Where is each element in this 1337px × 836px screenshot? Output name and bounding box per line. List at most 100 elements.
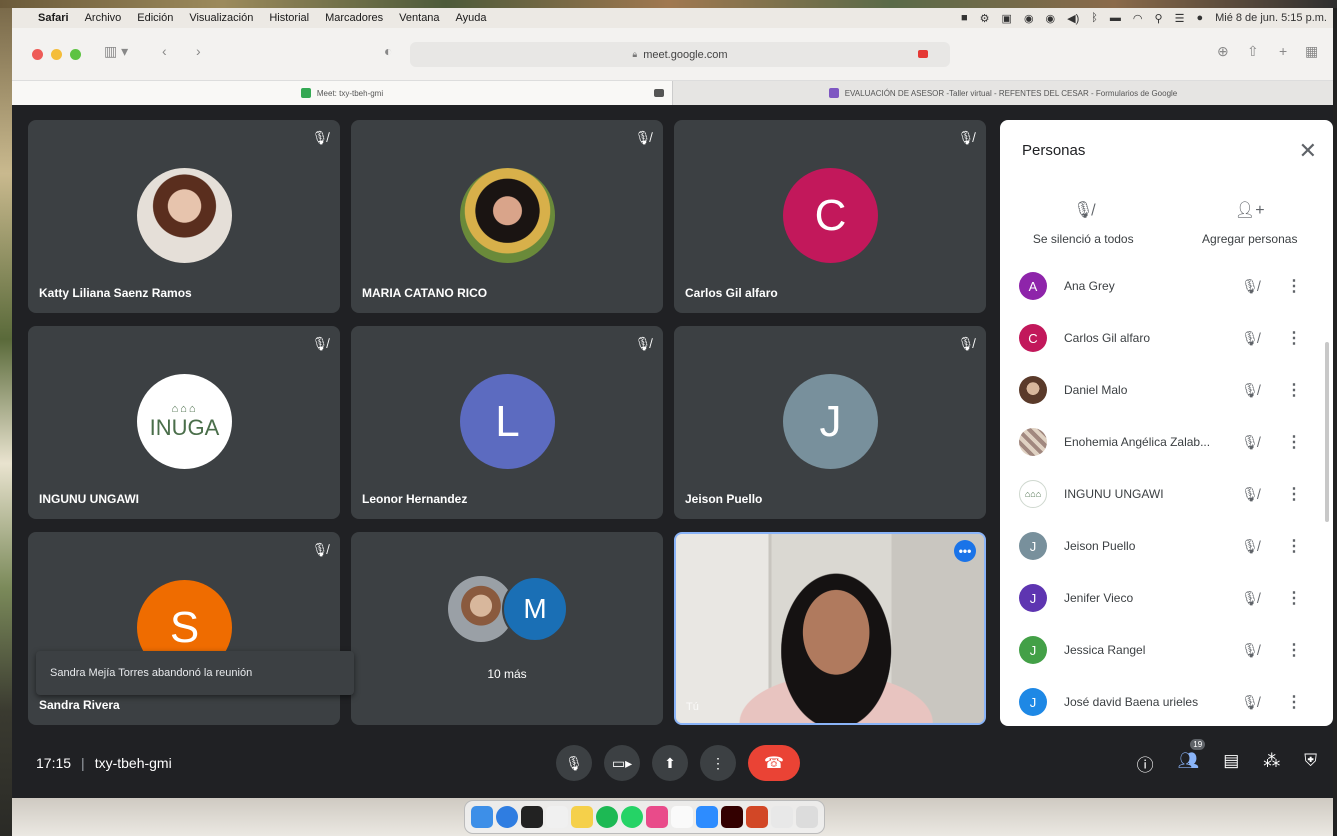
list-item[interactable]: A Ana Grey 🎙︎̸ ⋮	[1000, 260, 1333, 312]
gear-status-icon[interactable]: ⚙	[980, 12, 990, 25]
more-vert-icon[interactable]: ⋮	[1286, 328, 1302, 348]
address-bar[interactable]: 🔒︎ meet.google.com	[410, 42, 950, 67]
camera-button[interactable]: ▭▸	[604, 745, 640, 781]
mic-off-icon[interactable]: 🎙︎̸	[1230, 330, 1270, 347]
present-screen-button[interactable]: ⬆	[652, 745, 688, 781]
spotify-icon[interactable]	[596, 806, 618, 828]
list-item[interactable]: ⌂⌂⌂ INGUNU UNGAWI 🎙︎̸ ⋮	[1000, 468, 1333, 520]
participant-tile[interactable]: 🎙︎̸ S Sandra Rivera	[28, 532, 340, 725]
launchpad-icon[interactable]	[546, 806, 568, 828]
more-vert-icon[interactable]: ⋮	[1286, 276, 1302, 296]
camera-status-icon[interactable]: ■	[961, 12, 968, 24]
download-icon[interactable]: ⊕	[1217, 43, 1229, 60]
mic-off-icon[interactable]: 🎙︎̸	[1230, 434, 1270, 451]
more-vert-icon[interactable]: ⋮	[1286, 640, 1302, 660]
photos-icon[interactable]	[646, 806, 668, 828]
calendar-icon[interactable]	[671, 806, 693, 828]
tab-meet[interactable]: Meet: txy-tbeh-gmi	[12, 81, 672, 105]
volume-icon[interactable]: ◀)	[1067, 12, 1079, 25]
panel-scrollbar[interactable]	[1325, 342, 1329, 522]
list-item[interactable]: J Jenifer Vieco 🎙︎̸ ⋮	[1000, 572, 1333, 624]
sidebar-icon[interactable]: ▥ ▾	[104, 43, 128, 60]
more-vert-icon[interactable]: ⋮	[1286, 380, 1302, 400]
participant-tile[interactable]: 🎙︎̸ L Leonor Hernandez	[351, 326, 663, 519]
new-tab-icon[interactable]: +	[1279, 43, 1287, 59]
participant-tile[interactable]: 🎙︎̸ C Carlos Gil alfaro	[674, 120, 986, 313]
more-participants-tile[interactable]: M 10 más	[351, 532, 663, 725]
list-item[interactable]: Enohemia Angélica Zalab... 🎙︎̸ ⋮	[1000, 416, 1333, 468]
zoom-icon[interactable]	[696, 806, 718, 828]
spotlight-search-icon[interactable]: ⚲	[1155, 12, 1163, 25]
menu-historial[interactable]: Historial	[269, 12, 309, 24]
list-item[interactable]: J Jessica Rangel 🎙︎̸ ⋮	[1000, 624, 1333, 676]
whatsapp-icon[interactable]	[621, 806, 643, 828]
leave-call-button[interactable]: ☎︎	[748, 745, 800, 781]
terminal-icon[interactable]	[521, 806, 543, 828]
powerpoint-icon[interactable]	[746, 806, 768, 828]
circle-status-icon[interactable]: ◉	[1024, 12, 1034, 25]
menu-clock[interactable]: Mié 8 de jun. 5:15 p.m.	[1215, 12, 1327, 24]
list-item[interactable]: Daniel Malo 🎙︎̸ ⋮	[1000, 364, 1333, 416]
record-status-icon[interactable]: ◉	[1046, 12, 1056, 25]
menu-ventana[interactable]: Ventana	[399, 12, 439, 24]
mic-off-icon[interactable]: 🎙︎̸	[1230, 278, 1270, 295]
siri-icon[interactable]: ●	[1196, 12, 1203, 24]
more-vert-icon[interactable]: ⋮	[1286, 432, 1302, 452]
more-vert-icon[interactable]: ⋮	[1286, 484, 1302, 504]
control-center-icon[interactable]: ☰	[1175, 12, 1185, 25]
menu-edicion[interactable]: Edición	[137, 12, 173, 24]
battery-icon[interactable]: ▬	[1110, 12, 1121, 24]
minimize-window-button[interactable]	[51, 49, 62, 60]
menu-visualizacion[interactable]: Visualización	[189, 12, 253, 24]
add-people-button[interactable]: 👤︎+ Agregar personas	[1167, 200, 1334, 246]
mic-off-icon[interactable]: 🎙︎̸	[1230, 486, 1270, 503]
participant-tile[interactable]: 🎙︎̸ Katty Liliana Saenz Ramos	[28, 120, 340, 313]
tab-forms[interactable]: EVALUACIÓN DE ASESOR -Taller virtual - R…	[672, 81, 1333, 105]
tab-overview-icon[interactable]: ▦	[1305, 43, 1318, 60]
fullscreen-window-button[interactable]	[70, 49, 81, 60]
finder-icon[interactable]	[471, 806, 493, 828]
back-icon[interactable]: ‹	[162, 43, 167, 59]
close-window-button[interactable]	[32, 49, 43, 60]
meeting-details-button[interactable]: ⓘ	[1137, 751, 1154, 776]
mic-off-icon[interactable]: 🎙︎̸	[1230, 694, 1270, 711]
activities-button[interactable]: ⁂	[1263, 751, 1280, 776]
menu-marcadores[interactable]: Marcadores	[325, 12, 383, 24]
participant-tile[interactable]: 🎙︎̸ ⌂⌂⌂ INUGA INGUNU UNGAWI	[28, 326, 340, 519]
more-vert-icon[interactable]: ⋮	[1286, 692, 1302, 712]
bluetooth-icon[interactable]: ᛒ	[1091, 12, 1098, 24]
mic-off-icon[interactable]: 🎙︎̸	[1230, 590, 1270, 607]
mic-off-icon[interactable]: 🎙︎̸	[1230, 382, 1270, 399]
notes-icon[interactable]	[571, 806, 593, 828]
list-item[interactable]: J José david Baena urieles 🎙︎̸ ⋮	[1000, 676, 1333, 726]
tile-more-options-button[interactable]: •••	[954, 540, 976, 562]
trash-icon[interactable]	[796, 806, 818, 828]
participant-tile[interactable]: 🎙︎̸ MARIA CATANO RICO	[351, 120, 663, 313]
wifi-icon[interactable]: ◠	[1133, 12, 1143, 25]
safari-icon[interactable]	[496, 806, 518, 828]
forward-icon[interactable]: ›	[196, 43, 201, 59]
chat-button[interactable]: ▤	[1223, 751, 1239, 776]
microphone-button[interactable]: 🎙︎	[556, 745, 592, 781]
camera-in-use-icon[interactable]	[918, 50, 928, 58]
mic-off-icon[interactable]: 🎙︎̸	[1230, 642, 1270, 659]
menu-app-name[interactable]: Safari	[38, 12, 69, 24]
participant-tile[interactable]: 🎙︎̸ J Jeison Puello	[674, 326, 986, 519]
host-controls-button[interactable]: ⛨	[1304, 751, 1317, 776]
self-video-tile[interactable]: ••• Tú	[674, 532, 986, 725]
privacy-shield-icon[interactable]: ◐	[384, 43, 392, 59]
screen-status-icon[interactable]: ▣	[1002, 12, 1012, 25]
people-button[interactable]: 👥︎ 19	[1178, 739, 1206, 776]
close-icon[interactable]: ✕	[1299, 138, 1317, 164]
illustrator-icon[interactable]	[721, 806, 743, 828]
documents-folder-icon[interactable]	[771, 806, 793, 828]
menu-ayuda[interactable]: Ayuda	[456, 12, 487, 24]
list-item[interactable]: C Carlos Gil alfaro 🎙︎̸ ⋮	[1000, 312, 1333, 364]
mic-off-icon[interactable]: 🎙︎̸	[1230, 538, 1270, 555]
list-item[interactable]: J Jeison Puello 🎙︎̸ ⋮	[1000, 520, 1333, 572]
menu-archivo[interactable]: Archivo	[85, 12, 122, 24]
share-icon[interactable]: ⇧	[1247, 43, 1259, 60]
more-vert-icon[interactable]: ⋮	[1286, 536, 1302, 556]
more-vert-icon[interactable]: ⋮	[1286, 588, 1302, 608]
mute-all-button[interactable]: 🎙︎̸ Se silenció a todos	[1000, 200, 1167, 246]
